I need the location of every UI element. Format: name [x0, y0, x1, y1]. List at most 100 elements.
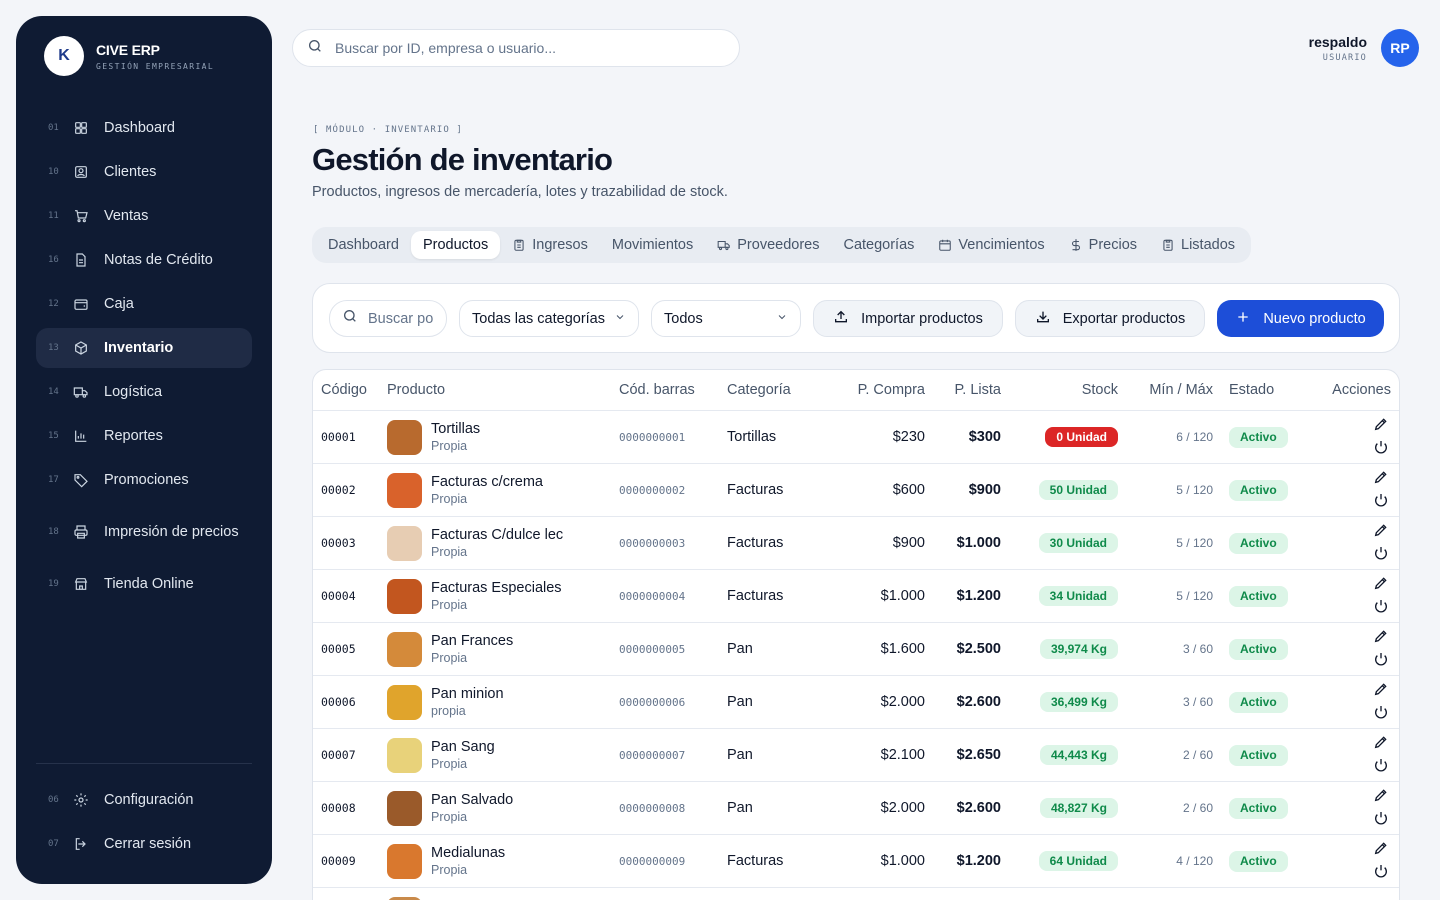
- product-barcode: 0000000003: [619, 536, 686, 550]
- table-row[interactable]: 00003 Facturas C/dulce lec Propia 000000000…: [313, 517, 1399, 570]
- pencil-icon: [1373, 840, 1389, 856]
- column-header[interactable]: Código: [313, 382, 387, 398]
- sidebar-item-tienda-online[interactable]: 19 Tienda Online: [36, 564, 252, 604]
- purchase-price: $1.600: [880, 641, 925, 657]
- table-row[interactable]: 00009 Medialunas Propia 0000000009 Facturas $…: [313, 835, 1399, 888]
- table-row[interactable]: 00002 Facturas c/crema Propia 0000000002 Fac…: [313, 464, 1399, 517]
- edit-button[interactable]: [1371, 414, 1391, 434]
- toggle-active-button[interactable]: [1371, 437, 1391, 457]
- global-search[interactable]: [292, 29, 740, 67]
- table-row[interactable]: 00008 Pan Salvado Propia 0000000008 Pan $2.00…: [313, 782, 1399, 835]
- sidebar-item-label: Tienda Online: [104, 576, 194, 592]
- sidebar-item-promociones[interactable]: 17 Promociones: [36, 460, 252, 500]
- sidebar-item-notas-de-crédito[interactable]: 16 Notas de Crédito: [36, 240, 252, 280]
- truck-icon: [717, 238, 737, 252]
- sidebar-item-reportes[interactable]: 15 Reportes: [36, 416, 252, 456]
- new-product-button[interactable]: Nuevo producto: [1217, 300, 1384, 337]
- column-header[interactable]: Acciones: [1313, 382, 1399, 398]
- toggle-active-button[interactable]: [1371, 808, 1391, 828]
- product-search[interactable]: [329, 300, 447, 337]
- product-search-input[interactable]: [368, 310, 446, 327]
- table-row[interactable]: [313, 888, 1399, 900]
- toggle-active-button[interactable]: [1371, 596, 1391, 616]
- list-price: $1.200: [956, 853, 1001, 869]
- global-search-input[interactable]: [335, 40, 715, 56]
- status-select[interactable]: Todos: [651, 300, 801, 337]
- column-header[interactable]: Estado: [1213, 382, 1313, 398]
- sidebar-item-inventario[interactable]: 13 Inventario: [36, 328, 252, 368]
- column-header[interactable]: P. Compra: [813, 382, 925, 398]
- sidebar-item-clientes[interactable]: 10 Clientes: [36, 152, 252, 192]
- status-badge: Activo: [1229, 532, 1288, 554]
- min-max: 3 / 60: [1182, 642, 1213, 656]
- toggle-active-button[interactable]: [1371, 861, 1391, 881]
- user-menu[interactable]: respaldo USUARIO RP: [1309, 29, 1419, 67]
- sidebar-item-label: Logística: [104, 384, 163, 400]
- product-code: 00004: [321, 589, 356, 603]
- category-select[interactable]: Todas las categorías: [459, 300, 639, 337]
- toggle-active-button[interactable]: [1371, 543, 1391, 563]
- edit-button[interactable]: [1371, 785, 1391, 805]
- sidebar-item-logística[interactable]: 14 Logística: [36, 372, 252, 412]
- cart-icon: [72, 207, 90, 225]
- table-row[interactable]: 00006 Pan minion propia 0000000006 Pan $2.000…: [313, 676, 1399, 729]
- tab-ingresos[interactable]: Ingresos: [500, 231, 600, 259]
- table-row[interactable]: 00007 Pan Sang Propia 0000000007 Pan $2.100 $2…: [313, 729, 1399, 782]
- tab-label: Proveedores: [737, 237, 820, 253]
- tab-proveedores[interactable]: Proveedores: [705, 231, 831, 259]
- toggle-active-button[interactable]: [1371, 702, 1391, 722]
- import-products-button[interactable]: Importar productos: [813, 300, 1003, 337]
- sidebar-item-caja[interactable]: 12 Caja: [36, 284, 252, 324]
- tab-label: Categorías: [843, 237, 915, 253]
- export-products-button[interactable]: Exportar productos: [1015, 300, 1205, 337]
- tab-vencimientos[interactable]: Vencimientos: [926, 231, 1056, 259]
- sidebar-item-ventas[interactable]: 11 Ventas: [36, 196, 252, 236]
- user-role: USUARIO: [1322, 52, 1367, 63]
- brand[interactable]: K CIVE ERP GESTIÓN EMPRESARIAL: [44, 36, 214, 76]
- edit-button[interactable]: [1371, 467, 1391, 487]
- column-header[interactable]: Mín / Máx: [1118, 382, 1213, 398]
- edit-button[interactable]: [1371, 520, 1391, 540]
- purchase-price: $900: [892, 535, 925, 551]
- edit-button[interactable]: [1371, 626, 1391, 646]
- edit-button[interactable]: [1371, 838, 1391, 858]
- edit-button[interactable]: [1371, 573, 1391, 593]
- tab-listados[interactable]: Listados: [1149, 231, 1247, 259]
- table-row[interactable]: 00001 Tortillas Propia 0000000001 Tortillas $…: [313, 411, 1399, 464]
- column-header[interactable]: Cód. barras: [619, 382, 727, 398]
- sidebar-item-cerrar-sesión[interactable]: 07 Cerrar sesión: [36, 824, 252, 864]
- sidebar: K CIVE ERP GESTIÓN EMPRESARIAL 01 Dashboa…: [16, 16, 272, 884]
- product-thumbnail: [387, 896, 422, 900]
- toggle-active-button[interactable]: [1371, 649, 1391, 669]
- tab-categorías[interactable]: Categorías: [831, 231, 926, 259]
- tab-dashboard[interactable]: Dashboard: [316, 231, 411, 259]
- edit-button[interactable]: [1371, 679, 1391, 699]
- clients-icon: [72, 163, 90, 181]
- list-price: $900: [968, 482, 1001, 498]
- sidebar-item-impresión-de-precios[interactable]: 18 Impresión de precios: [36, 504, 252, 560]
- sidebar-item-dashboard[interactable]: 01 Dashboard: [36, 108, 252, 148]
- column-header[interactable]: Categoría: [727, 382, 813, 398]
- toggle-active-button[interactable]: [1371, 490, 1391, 510]
- tab-productos[interactable]: Productos: [410, 231, 501, 259]
- product-name: Medialunas: [431, 845, 506, 861]
- table-row[interactable]: 00005 Pan Frances Propia 0000000005 Pan $1.60…: [313, 623, 1399, 676]
- edit-button[interactable]: [1371, 732, 1391, 752]
- nav-index: 12: [48, 299, 59, 309]
- tab-precios[interactable]: Precios: [1057, 231, 1149, 259]
- product-barcode: 0000000002: [619, 483, 686, 497]
- toggle-active-button[interactable]: [1371, 755, 1391, 775]
- nav-index: 07: [48, 839, 59, 849]
- column-header[interactable]: P. Lista: [925, 382, 1002, 398]
- power-icon: [1373, 863, 1389, 879]
- nav-index: 17: [48, 475, 59, 485]
- tab-movimientos[interactable]: Movimientos: [600, 231, 705, 259]
- product-name: Tortillas: [431, 421, 481, 437]
- product-thumbnail: [387, 419, 422, 455]
- column-header[interactable]: Producto: [387, 382, 619, 398]
- column-header[interactable]: Stock: [1001, 382, 1118, 398]
- avatar[interactable]: RP: [1381, 29, 1419, 67]
- sidebar-item-configuración[interactable]: 06 Configuración: [36, 780, 252, 820]
- min-max: 2 / 60: [1182, 801, 1213, 815]
- table-row[interactable]: 00004 Facturas Especiales Propia 0000000004…: [313, 570, 1399, 623]
